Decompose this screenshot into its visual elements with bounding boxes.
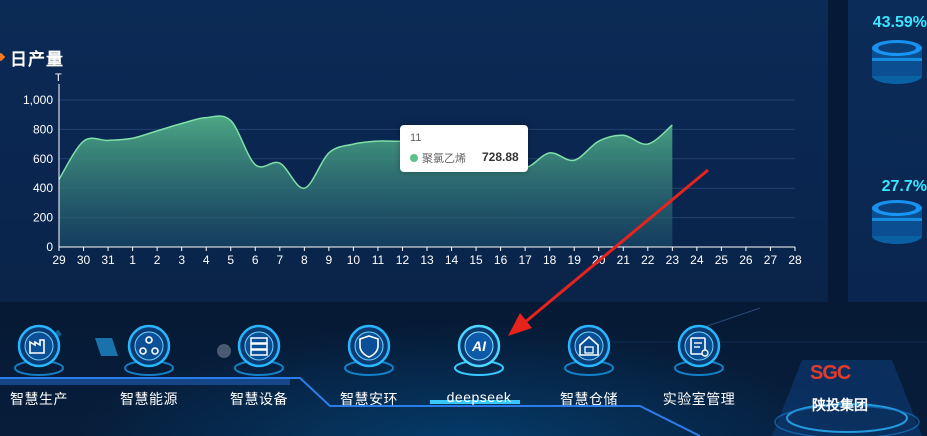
logo-mark: SGC [810, 362, 851, 384]
company-logo [772, 360, 922, 436]
logo-name: 陕投集团 [812, 397, 868, 413]
